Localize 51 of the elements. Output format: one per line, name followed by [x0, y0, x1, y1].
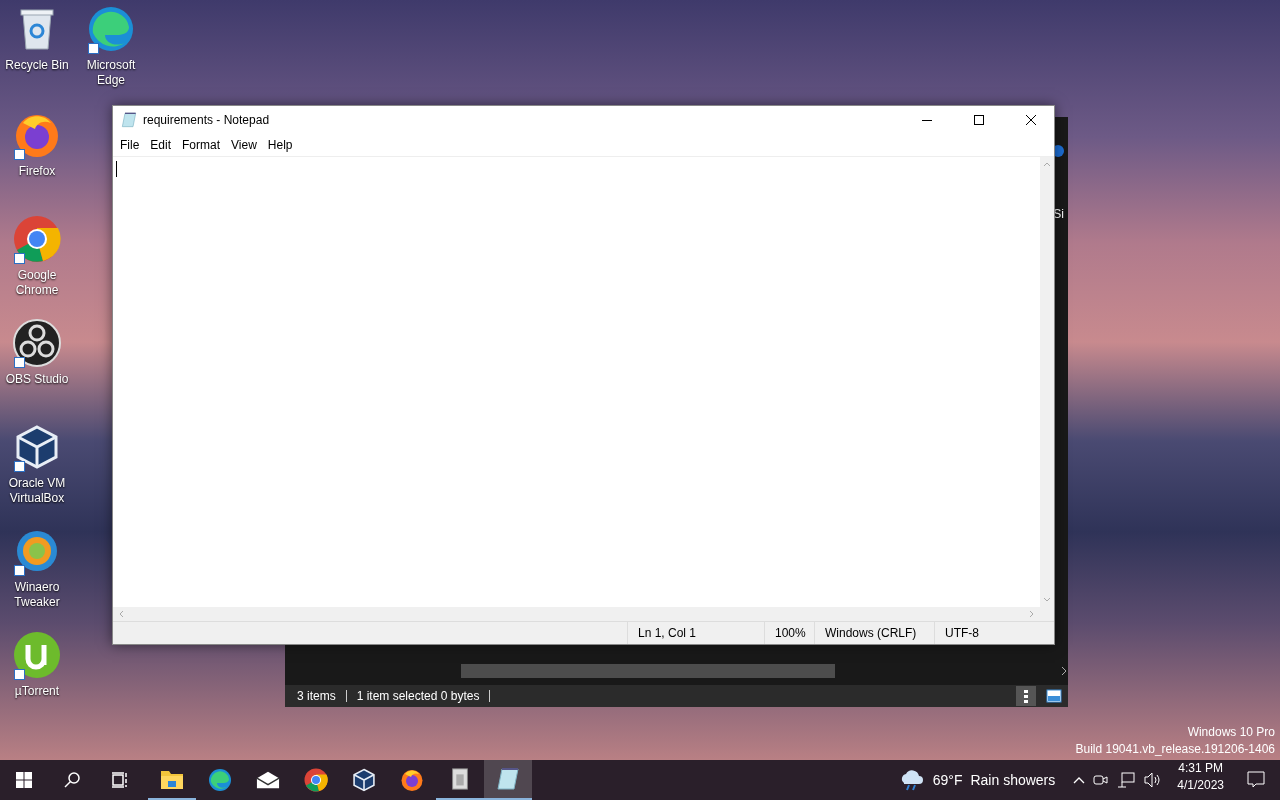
task-view-icon: [111, 772, 129, 788]
clock[interactable]: 4:31 PM 4/1/2023: [1169, 760, 1232, 800]
winaero-icon: [14, 528, 60, 574]
windows-logo-icon: [16, 772, 32, 788]
notepad-icon: [121, 112, 137, 128]
chrome-icon: [304, 768, 328, 792]
encoding: UTF-8: [934, 622, 1054, 644]
desktop-icon-label[interactable]: µTorrent: [2, 684, 72, 699]
virtualbox-icon: [14, 424, 60, 470]
utorrent-icon: [13, 631, 61, 679]
menu-item[interactable]: Format: [177, 138, 227, 152]
window-title: requirements - Notepad: [143, 113, 271, 127]
edge-icon: [208, 768, 232, 792]
desktop-icon-label[interactable]: OBS Studio: [2, 372, 72, 387]
desktop-icon-label[interactable]: Winaero Tweaker: [2, 580, 72, 610]
zoom-level: 100%: [764, 622, 814, 644]
cursor-position: Ln 1, Col 1: [627, 622, 764, 644]
text-cursor: [116, 161, 117, 177]
menu-item[interactable]: File: [115, 138, 146, 152]
speech-bubble-icon: [1247, 771, 1265, 789]
chrome-icon: [13, 215, 61, 263]
edge-icon: [87, 5, 135, 53]
close-icon: [1026, 115, 1036, 125]
status-item-count: 3 items: [297, 689, 336, 703]
camera-icon[interactable]: [1093, 773, 1110, 787]
scroll-right-icon[interactable]: [1060, 666, 1068, 676]
taskbar-app-button[interactable]: [484, 760, 532, 800]
volume-icon[interactable]: [1143, 772, 1162, 788]
menu-item[interactable]: Help: [262, 138, 299, 152]
menu-item[interactable]: View: [226, 138, 263, 152]
desktop-icon-label[interactable]: Oracle VM VirtualBox: [2, 476, 72, 506]
search-icon: [64, 772, 80, 788]
weather-widget[interactable]: 69°F Rain showers: [890, 760, 1066, 800]
menu-item[interactable]: Edit: [145, 138, 178, 152]
notepad-icon: [496, 767, 520, 791]
build-number-text: Build 19041.vb_release.191206-1406: [1075, 741, 1275, 758]
chevron-up-icon[interactable]: [1073, 776, 1086, 784]
virtualbox-icon: [352, 768, 376, 792]
thumbnail-view-icon[interactable]: [1046, 689, 1062, 703]
line-ending: Windows (CRLF): [814, 622, 934, 644]
firefox-icon: [400, 768, 424, 792]
windows-edition-text: Windows 10 Pro: [1187, 724, 1275, 741]
desktop-icon-label[interactable]: Recycle Bin: [2, 58, 72, 73]
minimize-icon: [922, 119, 932, 121]
obs-icon: [13, 319, 61, 367]
status-selection: 1 item selected 0 bytes: [356, 689, 480, 703]
desktop-icon-label[interactable]: Firefox: [2, 164, 72, 179]
maximize-icon: [974, 115, 984, 125]
details-view-icon[interactable]: [1016, 686, 1036, 706]
desktop-icon-label[interactable]: Microsoft Edge: [76, 58, 146, 88]
recycle-bin-icon: [17, 7, 57, 51]
